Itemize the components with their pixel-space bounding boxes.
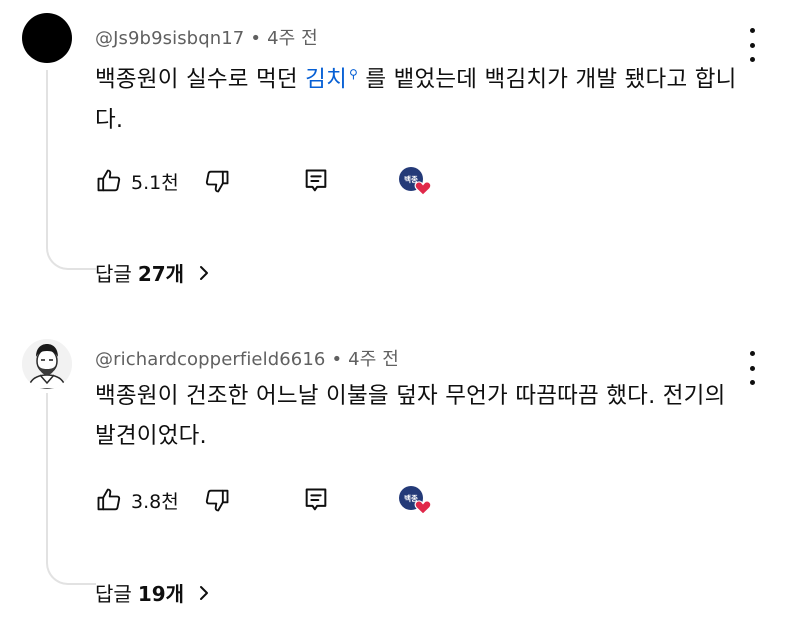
comment-time[interactable]: 4주 전 bbox=[267, 28, 318, 49]
view-replies-button[interactable]: 답글 27개 bbox=[95, 258, 210, 287]
like-button[interactable]: 3.8천 bbox=[95, 485, 179, 515]
comment-text: 백종원이 건조한 어느날 이불을 덮자 무언가 따끔따끔 했다. 전기의 발견이… bbox=[95, 383, 726, 449]
more-vert-icon[interactable] bbox=[745, 28, 759, 62]
like-icon bbox=[97, 169, 121, 192]
search-link[interactable]: 김치 bbox=[305, 67, 347, 93]
creator-heart-icon: 백종 bbox=[399, 486, 432, 515]
comment-meta: @richardcopperfield6616 • 4주 전 bbox=[95, 345, 399, 371]
replies-label: 답글 bbox=[95, 582, 132, 606]
chevron-right-icon bbox=[200, 585, 209, 600]
avatar-portrait bbox=[22, 339, 72, 389]
chevron-right-icon bbox=[200, 265, 209, 280]
view-replies-button[interactable]: 답글 19개 bbox=[95, 578, 210, 607]
author-handle[interactable]: @richardcopperfield6616 bbox=[95, 349, 325, 370]
avatar[interactable] bbox=[22, 13, 72, 63]
dislike-button[interactable] bbox=[203, 485, 231, 515]
replies-count: 27개 bbox=[137, 262, 185, 286]
separator-dot: • bbox=[250, 28, 262, 49]
reply-icon bbox=[305, 169, 327, 192]
creator-heart-icon: 백종 bbox=[399, 167, 432, 196]
like-count: 3.8천 bbox=[131, 490, 179, 513]
separator-dot: • bbox=[331, 349, 343, 370]
dislike-icon bbox=[205, 170, 229, 193]
comment-time[interactable]: 4주 전 bbox=[348, 349, 399, 370]
badge-text: 백종 bbox=[404, 174, 418, 184]
reply-button[interactable] bbox=[302, 485, 330, 515]
more-vert-icon[interactable] bbox=[745, 351, 759, 385]
comment-thread-2: @richardcopperfield6616 • 4주 전 백종원이 건조한 어느… bbox=[0, 313, 800, 626]
avatar[interactable] bbox=[22, 339, 72, 389]
replies-count: 19개 bbox=[137, 582, 185, 606]
comment-actions: 3.8천 백종 bbox=[95, 485, 475, 515]
reply-button[interactable] bbox=[302, 166, 330, 196]
comment-text: 백종원이 실수로 먹던 김치 ⚲ 를 뱉었는데 백김치가 개발 됐다고 합니다. bbox=[95, 66, 737, 133]
dislike-icon bbox=[205, 489, 229, 512]
like-icon bbox=[97, 488, 121, 511]
dislike-button[interactable] bbox=[203, 166, 231, 196]
thread-line bbox=[46, 70, 96, 270]
search-icon: ⚲ bbox=[348, 67, 358, 81]
badge-text: 백종 bbox=[404, 493, 418, 503]
reply-icon bbox=[305, 488, 327, 511]
replies-label: 답글 bbox=[95, 262, 132, 286]
author-handle[interactable]: @Js9b9sisbqn17 bbox=[95, 28, 244, 49]
like-count: 5.1천 bbox=[131, 171, 179, 194]
creator-heart-badge: 백종 bbox=[395, 485, 435, 515]
comment-actions: 5.1천 백종 bbox=[95, 166, 475, 196]
like-button[interactable]: 5.1천 bbox=[95, 166, 179, 196]
thread-line bbox=[46, 393, 96, 585]
creator-heart-badge: 백종 bbox=[395, 166, 435, 196]
comment-meta: @Js9b9sisbqn17 • 4주 전 bbox=[95, 24, 318, 50]
comment-thread-1: @Js9b9sisbqn17 • 4주 전 백종원이 실수로 먹던 김치 ⚲ 를 뱉었… bbox=[0, 0, 800, 313]
